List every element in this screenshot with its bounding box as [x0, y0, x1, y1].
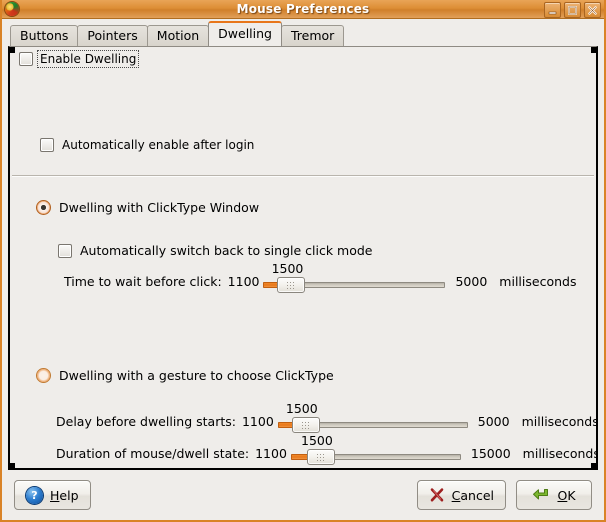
close-icon [588, 5, 597, 15]
enable-dwelling-label: Enable Dwelling [36, 50, 140, 68]
slider-thumb[interactable] [306, 449, 335, 465]
close-button[interactable] [584, 2, 601, 18]
radio-gesture-label: Dwelling with a gesture to choose ClickT… [59, 368, 334, 383]
cancel-label-post: ancel [460, 487, 494, 503]
duration-dwell-value: 1500 [301, 433, 333, 448]
tab-tremor[interactable]: Tremor [281, 25, 345, 46]
section-separator [12, 175, 594, 176]
slider-row-duration-of-mouse-dwell-state: Duration of mouse/dwell state: 1100 1500… [56, 434, 598, 465]
mouse-preferences-window: Mouse Preferences Buttons Pointers Motio… [0, 0, 606, 522]
minimize-button[interactable] [544, 2, 561, 18]
delay-before-dwelling-unit: milliseconds [521, 414, 598, 429]
delay-before-dwelling-label: Delay before dwelling starts: [56, 414, 236, 429]
auto-enable-after-login-checkbox[interactable] [40, 138, 54, 152]
ok-enter-arrow-icon [533, 489, 549, 500]
help-icon: ? [26, 486, 43, 504]
title-bar[interactable]: Mouse Preferences [2, 0, 604, 19]
delay-before-dwelling-scale-wrap: 1500 [274, 402, 472, 433]
slider-thumb[interactable] [291, 417, 320, 433]
radio-dwelling-with-gesture[interactable]: Dwelling with a gesture to choose ClickT… [37, 368, 334, 383]
auto-enable-after-login-row[interactable]: Automatically enable after login [40, 138, 254, 152]
auto-switch-back-checkbox[interactable] [58, 243, 72, 258]
slider-grip-icon [286, 281, 297, 289]
duration-dwell-label: Duration of mouse/dwell state: [56, 446, 250, 461]
delay-before-dwelling-slider[interactable] [277, 417, 468, 433]
window-title: Mouse Preferences [236, 2, 370, 16]
delay-before-dwelling-max: 5000 [477, 414, 510, 429]
corner-mark-bottom-right [591, 463, 596, 468]
duration-dwell-scale-wrap: 1500 [287, 434, 465, 465]
duration-dwell-unit: milliseconds [522, 446, 598, 461]
help-button-label: Help [50, 488, 79, 503]
ok-mnemonic: O [557, 487, 568, 503]
help-label-post: elp [59, 487, 79, 503]
cancel-x-icon [430, 488, 443, 502]
cancel-button[interactable]: Cancel [416, 480, 506, 510]
time-to-wait-value: 1500 [271, 261, 304, 276]
ok-label-post: K [567, 487, 576, 503]
time-to-wait-min: 1100 [227, 274, 260, 289]
duration-dwell-max: 15000 [470, 446, 511, 461]
time-to-wait-scale-wrap: 1500 [259, 262, 449, 293]
help-mnemonic: H [50, 487, 60, 503]
maximize-icon [568, 5, 577, 15]
radio-indicator-selected[interactable] [37, 201, 50, 214]
duration-dwell-slider[interactable] [290, 449, 461, 465]
tab-buttons[interactable]: Buttons [10, 25, 79, 46]
slider-grip-icon [315, 453, 326, 461]
slider-row-time-to-wait-before-click: Time to wait before click: 1100 1500 500… [64, 262, 577, 293]
minimize-icon [548, 11, 557, 14]
help-button[interactable]: ? Help [14, 480, 91, 510]
auto-switch-back-label: Automatically switch back to single clic… [80, 243, 373, 258]
duration-dwell-min: 1100 [255, 446, 287, 461]
time-to-wait-slider[interactable] [263, 277, 446, 293]
slider-grip-icon [300, 421, 311, 429]
maximize-button[interactable] [564, 2, 581, 18]
time-to-wait-unit: milliseconds [499, 274, 577, 289]
preferences-notebook: Buttons Pointers Motion Dwelling Tremor … [8, 21, 598, 470]
enable-dwelling-checkbox[interactable] [19, 52, 33, 66]
auto-enable-after-login-label: Automatically enable after login [62, 138, 255, 152]
delay-before-dwelling-min: 1100 [241, 414, 274, 429]
radio-indicator-unselected[interactable] [37, 369, 50, 382]
window-controls [544, 2, 601, 18]
app-icon [5, 2, 19, 16]
slider-row-delay-before-dwelling-starts: Delay before dwelling starts: 1100 1500 … [56, 402, 598, 433]
tab-bar: Buttons Pointers Motion Dwelling Tremor [8, 21, 598, 46]
tab-dwelling[interactable]: Dwelling [208, 21, 282, 46]
delay-before-dwelling-value: 1500 [285, 401, 318, 416]
radio-clicktype-window-label: Dwelling with ClickType Window [59, 200, 260, 215]
slider-thumb[interactable] [277, 277, 306, 293]
dwelling-panel: Enable Dwelling Automatically enable aft… [8, 46, 598, 470]
auto-switch-back-row[interactable]: Automatically switch back to single clic… [58, 243, 373, 258]
tab-motion[interactable]: Motion [146, 25, 210, 46]
ok-button-label: OK [557, 488, 575, 503]
time-to-wait-label: Time to wait before click: [64, 274, 222, 289]
radio-dwelling-with-clicktype-window[interactable]: Dwelling with ClickType Window [37, 200, 259, 215]
time-to-wait-max: 5000 [455, 274, 488, 289]
corner-mark-bottom-left [10, 463, 15, 468]
tab-pointers[interactable]: Pointers [77, 25, 148, 46]
cancel-button-label: Cancel [452, 488, 494, 503]
ok-button[interactable]: OK [516, 480, 592, 510]
dialog-action-bar: ? Help Cancel OK [2, 470, 604, 520]
enable-dwelling-row[interactable]: Enable Dwelling [19, 50, 140, 68]
